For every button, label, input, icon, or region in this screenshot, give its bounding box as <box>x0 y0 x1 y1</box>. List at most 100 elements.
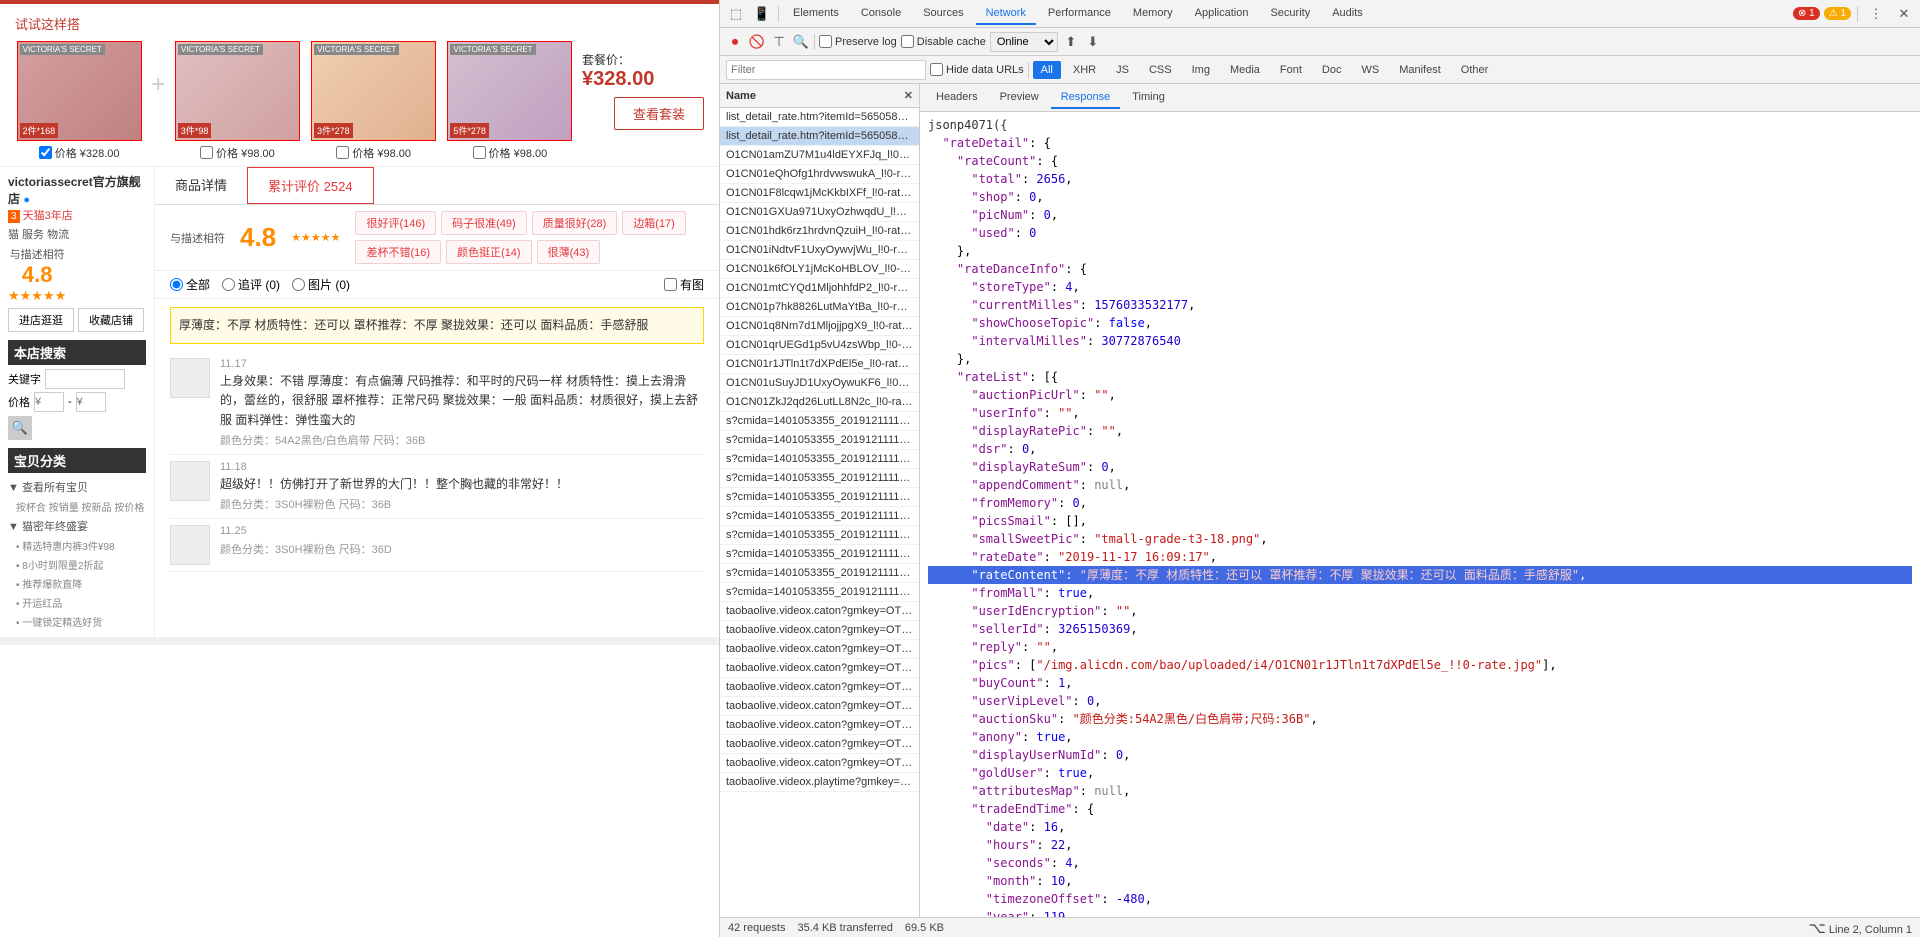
cat-sub-2[interactable]: • 8小时到限量2折起 <box>8 555 146 574</box>
network-item-22[interactable]: s?cmida=1401053355_20191211110708 <box>720 526 919 545</box>
hide-data-urls-checkbox[interactable]: Hide data URLs <box>930 63 1024 76</box>
network-item-9[interactable]: O1CN01mtCYQd1MljohhfdP2_l!0-rate.jp <box>720 279 919 298</box>
network-item-33[interactable]: taobaolive.videox.caton?gmkey=OTHER... <box>720 735 919 754</box>
network-item-19[interactable]: s?cmida=1401053355_20191211110623 <box>720 469 919 488</box>
filter-xhr[interactable]: XHR <box>1065 61 1104 79</box>
cat-sub-4[interactable]: • 开运红品 <box>8 593 146 612</box>
price-min-input[interactable] <box>34 392 64 412</box>
clear-button[interactable]: 🚫 <box>748 33 766 51</box>
preserve-log-checkbox[interactable]: Preserve log <box>819 35 897 48</box>
export-icon[interactable]: ⬇ <box>1084 33 1102 51</box>
tab-timing[interactable]: Timing <box>1122 87 1175 109</box>
network-item-17[interactable]: s?cmida=1401053355_20191211110552 <box>720 431 919 450</box>
filter-icon[interactable]: ⊤ <box>770 33 788 51</box>
filter-doc[interactable]: Doc <box>1314 61 1350 79</box>
tab-sources[interactable]: Sources <box>913 3 973 25</box>
cat-sub-1[interactable]: • 精选特惠内裤3件¥98 <box>8 536 146 555</box>
enter-store-button[interactable]: 进店逛逛 <box>8 308 74 332</box>
filter-all[interactable]: All <box>1033 61 1061 79</box>
import-icon[interactable]: ⬆ <box>1062 33 1080 51</box>
network-item-8[interactable]: O1CN01k6fOLY1jMcKoHBLOV_l!0-rate.jp <box>720 260 919 279</box>
network-item-5[interactable]: O1CN01GXUa971UxyOzhwqdU_l!0-rate.j <box>720 203 919 222</box>
tab-preview[interactable]: Preview <box>990 87 1049 109</box>
network-item-7[interactable]: O1CN01iNdtvF1UxyOywvjWu_l!0-rate.jpg <box>720 241 919 260</box>
device-icon[interactable]: 📱 <box>750 2 774 26</box>
network-item-0[interactable]: list_detail_rate.htm?itemId=56505867984 <box>720 108 919 127</box>
tab-audits[interactable]: Audits <box>1322 3 1373 25</box>
close-devtools-icon[interactable]: ✕ <box>1892 2 1916 26</box>
filter-ws[interactable]: WS <box>1353 61 1387 79</box>
network-item-35[interactable]: taobaolive.videox.playtime?gmkey=OTH... <box>720 773 919 792</box>
radio-all[interactable]: 全部 <box>170 276 210 293</box>
network-item-11[interactable]: O1CN01q8Nm7d1MljojjpgX9_l!0-rate.jp <box>720 317 919 336</box>
checkbox-haspic[interactable]: 有图 <box>664 276 704 293</box>
network-item-31[interactable]: taobaolive.videox.caton?gmkey=OTHER... <box>720 697 919 716</box>
network-item-14[interactable]: O1CN01uSuyJD1UxyOywuKF6_l!0-rate.jpg <box>720 374 919 393</box>
network-item-10[interactable]: O1CN01p7hk8826LutMaYtBa_l!0-rate.jpg <box>720 298 919 317</box>
network-item-1[interactable]: list_detail_rate.htm?itemId=56505867984 <box>720 127 919 146</box>
filter-media[interactable]: Media <box>1222 61 1268 79</box>
filter-css[interactable]: CSS <box>1141 61 1180 79</box>
tab-console[interactable]: Console <box>851 3 911 25</box>
network-item-15[interactable]: O1CN01ZkJ2qd26LutLL8N2c_l!0-rate.jpg <box>720 393 919 412</box>
network-item-12[interactable]: O1CN01qrUEGd1p5vU4zsWbp_l!0-rate.jpg <box>720 336 919 355</box>
filter-manifest[interactable]: Manifest <box>1391 61 1449 79</box>
network-item-18[interactable]: s?cmida=1401053355_20191211110607 <box>720 450 919 469</box>
network-item-23[interactable]: s?cmida=1401053355_20191211110723 <box>720 545 919 564</box>
disable-cache-checkbox[interactable]: Disable cache <box>901 35 986 48</box>
network-item-25[interactable]: s?cmida=1401053355_20191211110754 <box>720 583 919 602</box>
search-icon[interactable]: 🔍 <box>792 33 810 51</box>
filter-img[interactable]: Img <box>1184 61 1218 79</box>
collect-store-button[interactable]: 收藏店铺 <box>78 308 144 332</box>
network-item-32[interactable]: taobaolive.videox.caton?gmkey=OTHER... <box>720 716 919 735</box>
filter-input[interactable] <box>726 60 926 80</box>
tab-network[interactable]: Network <box>976 3 1036 25</box>
filter-tag-3[interactable]: 质量很好(28) <box>532 211 618 235</box>
close-request-detail[interactable]: ✕ <box>904 89 913 102</box>
network-item-34[interactable]: taobaolive.videox.caton?gmkey=OTHER... <box>720 754 919 773</box>
tab-security[interactable]: Security <box>1260 3 1320 25</box>
tab-elements[interactable]: Elements <box>783 3 849 25</box>
view-suite-button[interactable]: 查看套装 <box>614 97 704 130</box>
filter-other[interactable]: Other <box>1453 61 1497 79</box>
filter-tag-4[interactable]: 边箱(17) <box>622 211 686 235</box>
bottom-scrollbar[interactable] <box>0 637 719 645</box>
filter-tag-1[interactable]: 很好评(146) <box>355 211 436 235</box>
network-item-26[interactable]: taobaolive.videox.caton?gmkey=OTHER... <box>720 602 919 621</box>
search-button[interactable]: 🔍 <box>8 416 32 440</box>
product-checkbox-4[interactable] <box>473 146 486 159</box>
network-item-2[interactable]: O1CN01amZU7M1u4ldEYXFJq_l!0-rate.jp <box>720 146 919 165</box>
filter-tag-5[interactable]: 差杯不错(16) <box>355 240 441 264</box>
tab-performance[interactable]: Performance <box>1038 3 1121 25</box>
cat-sub-3[interactable]: • 推荐爆款直降 <box>8 574 146 593</box>
cat-sub-5[interactable]: • 一键锁定精选好货 <box>8 612 146 631</box>
more-options-icon[interactable]: ⋮ <box>1864 2 1888 26</box>
product-checkbox-2[interactable] <box>200 146 213 159</box>
tab-response[interactable]: Response <box>1051 87 1121 109</box>
keyword-input[interactable] <box>45 369 125 389</box>
network-item-4[interactable]: O1CN01F8lcqw1jMcKkbIXFf_l!0-rate.jp <box>720 184 919 203</box>
network-item-24[interactable]: s?cmida=1401053355_20191211110739 <box>720 564 919 583</box>
filter-js[interactable]: JS <box>1108 61 1137 79</box>
cat-item-sale[interactable]: ▼ 猫密年终盛宴 <box>8 516 146 536</box>
network-item-28[interactable]: taobaolive.videox.caton?gmkey=OTHER... <box>720 640 919 659</box>
network-item-16[interactable]: s?cmida=1401053355_20191211110537 <box>720 412 919 431</box>
network-list-items[interactable]: list_detail_rate.htm?itemId=56505867984 … <box>720 108 919 917</box>
filter-tag-2[interactable]: 码子很准(49) <box>441 211 527 235</box>
network-item-27[interactable]: taobaolive.videox.caton?gmkey=OTHER... <box>720 621 919 640</box>
cat-item-all[interactable]: ▼ 查看所有宝贝 <box>8 477 146 497</box>
tab-reviews[interactable]: 累计评价 2524 <box>247 167 374 204</box>
network-item-29[interactable]: taobaolive.videox.caton?gmkey=OTHER... <box>720 659 919 678</box>
network-item-30[interactable]: taobaolive.videox.caton?gmkey=OTHER... <box>720 678 919 697</box>
tab-headers[interactable]: Headers <box>926 87 988 109</box>
tab-product-detail[interactable]: 商品详情 <box>155 167 247 204</box>
radio-pics[interactable]: 图片 (0) <box>292 276 350 293</box>
throttle-select[interactable]: Online Fast 3G Slow 3G Offline <box>990 32 1058 52</box>
cat-item-sort[interactable]: 按杯合 按销量 按新品 按价格 <box>8 497 146 516</box>
product-checkbox-3[interactable] <box>336 146 349 159</box>
network-item-6[interactable]: O1CN01hdk6rz1hrdvnQzuiH_l!0-rate.jpg <box>720 222 919 241</box>
tab-memory[interactable]: Memory <box>1123 3 1183 25</box>
filter-tag-7[interactable]: 很薄(43) <box>537 240 601 264</box>
inspect-icon[interactable]: ⬚ <box>724 2 748 26</box>
record-button[interactable]: ⏺ <box>726 33 744 51</box>
